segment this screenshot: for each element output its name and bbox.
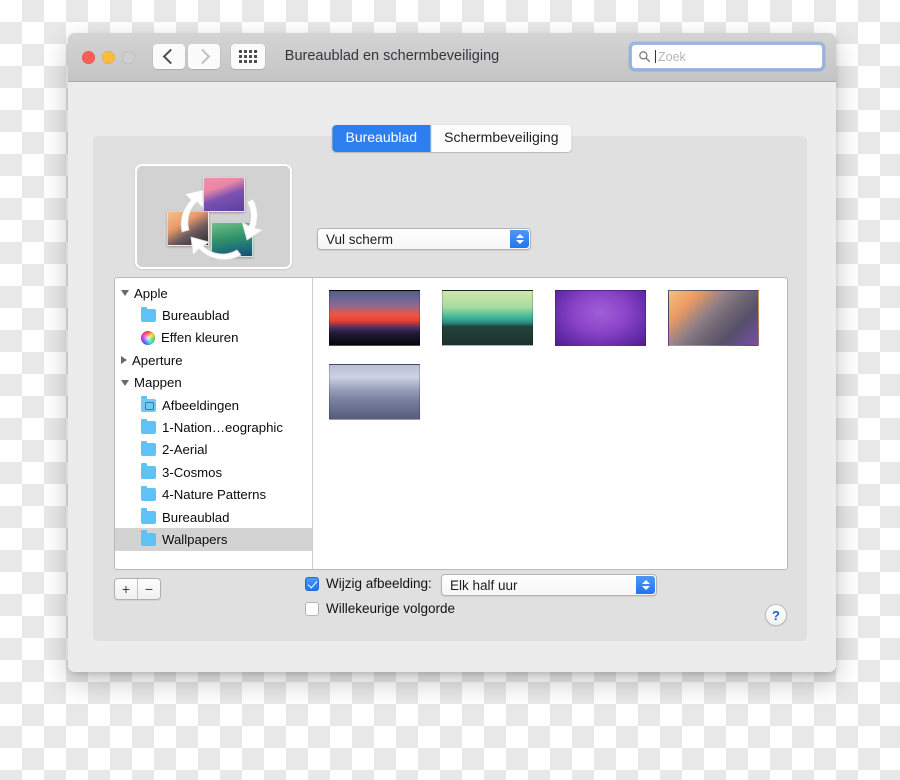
search-icon (639, 51, 651, 63)
tree-item-mappen[interactable]: Mappen (115, 372, 312, 394)
tree-item-wallpapers[interactable]: Wallpapers (115, 528, 312, 551)
tree-item-afbeeldingen[interactable]: Afbeeldingen (115, 394, 312, 416)
search-placeholder: Zoek (658, 49, 686, 64)
source-list[interactable]: Apple Bureaublad Effen kleuren Aperture (115, 278, 313, 569)
tree-item-nature-patterns[interactable]: 4-Nature Patterns (115, 484, 312, 506)
stepper-chevrons-icon (636, 576, 655, 594)
wallpaper-thumbnail[interactable] (329, 364, 420, 420)
tree-item-label: 3-Cosmos (162, 464, 223, 480)
window-body: Bureaublad Schermbeveiliging Vul scherm … (68, 82, 836, 672)
interval-value: Elk half uur (450, 577, 518, 593)
change-image-option: Wijzig afbeelding: Elk half uur (305, 574, 657, 596)
search-field[interactable]: Zoek (631, 44, 823, 69)
wallpaper-thumbnail[interactable] (442, 290, 533, 346)
disclosure-open-icon[interactable] (121, 379, 129, 386)
fit-mode-value: Vul scherm (326, 231, 394, 247)
folder-icon (141, 485, 156, 502)
cycle-arrows-icon (180, 189, 265, 261)
stepper-chevrons-icon (510, 230, 529, 248)
tree-item-label: 4-Nature Patterns (162, 487, 267, 503)
desktop-preview[interactable] (135, 164, 292, 269)
source-browser: Apple Bureaublad Effen kleuren Aperture (114, 277, 788, 570)
help-button[interactable]: ? (765, 604, 787, 626)
tree-item-bureaublad-2[interactable]: Bureaublad (115, 506, 312, 528)
disclosure-closed-icon[interactable] (121, 356, 127, 365)
wallpaper-thumbnail[interactable] (668, 290, 759, 346)
zoom-window-button[interactable] (122, 51, 135, 64)
forward-button[interactable] (188, 44, 220, 69)
tree-item-effen-kleuren[interactable]: Effen kleuren (115, 327, 312, 349)
system-preferences-window: Bureaublad en schermbeveiliging Zoek Bur… (68, 33, 836, 672)
close-window-button[interactable] (82, 51, 95, 64)
wallpaper-thumbnail[interactable] (555, 290, 646, 346)
tree-item-label: Bureaublad (162, 509, 230, 525)
interval-popup[interactable]: Elk half uur (441, 574, 657, 596)
folder-icon (141, 508, 156, 524)
chevron-left-icon (162, 48, 179, 65)
tree-item-label: Bureaublad (162, 308, 230, 324)
back-button[interactable] (153, 44, 185, 69)
tab-bureaublad[interactable]: Bureaublad (332, 125, 431, 152)
tree-item-apple[interactable]: Apple (115, 282, 312, 304)
change-image-label: Wijzig afbeelding: (326, 576, 432, 591)
tree-item-bureaublad[interactable]: Bureaublad (115, 304, 312, 326)
show-all-button[interactable] (231, 44, 265, 69)
tree-item-national-geographic[interactable]: 1-Nation…eographic (115, 416, 312, 438)
wallpaper-thumbnail[interactable] (329, 290, 420, 346)
tree-item-label: 2-Aerial (162, 442, 208, 458)
tree-item-label: Afbeeldingen (162, 397, 239, 413)
grid-dots-icon (239, 50, 257, 63)
tree-item-label: Wallpapers (162, 531, 228, 547)
random-order-checkbox[interactable] (305, 601, 319, 616)
disclosure-open-icon[interactable] (121, 290, 129, 297)
text-caret (655, 50, 656, 63)
add-folder-button[interactable]: + (115, 579, 137, 599)
minimize-window-button[interactable] (102, 51, 115, 64)
add-remove-folder-control: + − (114, 578, 161, 600)
tree-item-aerial[interactable]: 2-Aerial (115, 439, 312, 461)
folder-icon (141, 306, 156, 323)
window-titlebar: Bureaublad en schermbeveiliging Zoek (68, 33, 836, 82)
folder-icon (141, 463, 156, 479)
remove-folder-button[interactable]: − (137, 579, 160, 599)
tree-item-cosmos[interactable]: 3-Cosmos (115, 461, 312, 483)
wallpaper-grid (313, 278, 787, 569)
folder-icon (141, 440, 156, 457)
random-order-option: Willekeurige volgorde (305, 601, 455, 616)
tree-item-label: Effen kleuren (161, 330, 239, 346)
random-order-label: Willekeurige volgorde (326, 601, 456, 616)
folder-icon (141, 530, 156, 546)
change-image-checkbox[interactable] (305, 576, 319, 591)
tree-item-label: Aperture (132, 352, 183, 368)
pictures-folder-icon (141, 396, 156, 412)
chevron-right-icon (194, 48, 211, 65)
tree-item-label: Mappen (134, 375, 182, 391)
folder-icon (141, 418, 156, 435)
preferences-panel: Vul scherm Apple Bureaublad Effen kleure… (93, 136, 807, 641)
fit-mode-popup[interactable]: Vul scherm (317, 228, 531, 250)
tree-item-label: Apple (134, 285, 168, 301)
tab-schermbeveiliging[interactable]: Schermbeveiliging (430, 125, 572, 152)
tree-item-label: 1-Nation…eographic (162, 420, 283, 436)
color-wheel-icon (141, 330, 155, 345)
tree-item-aperture[interactable]: Aperture (115, 349, 312, 371)
tab-bar: Bureaublad Schermbeveiliging (332, 125, 572, 152)
